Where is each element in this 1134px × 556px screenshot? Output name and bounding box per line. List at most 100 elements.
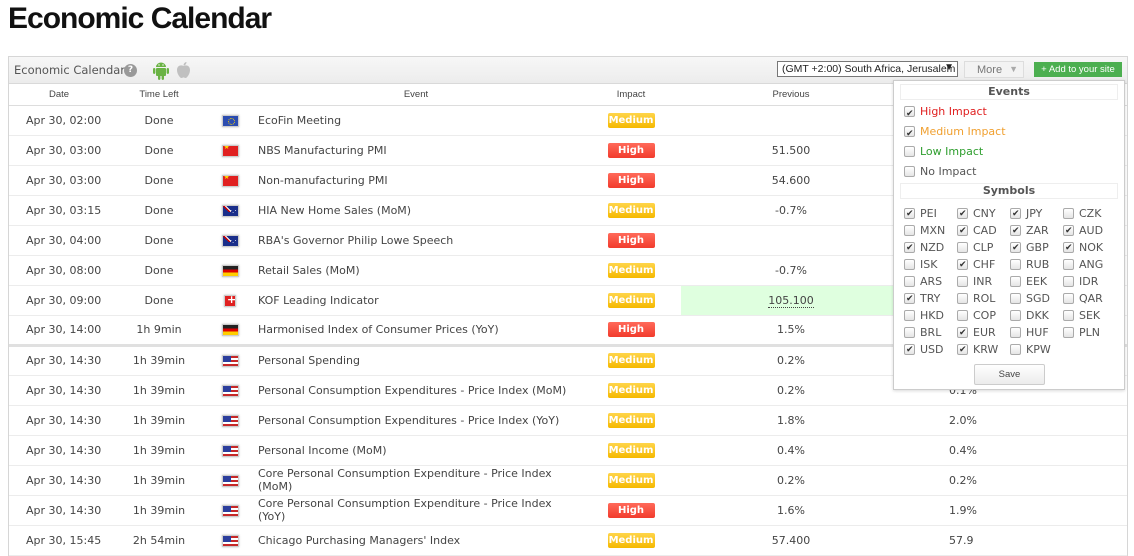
checkbox[interactable] xyxy=(957,206,968,223)
table-row[interactable]: Apr 30, 15:45 2h 54min Chicago Purchasing … xyxy=(9,525,1127,556)
symbol-try[interactable]: TRY xyxy=(904,290,957,308)
checkbox[interactable] xyxy=(1010,327,1021,338)
event-name[interactable]: Personal Income (MoM) xyxy=(251,435,581,466)
event-name[interactable]: Retail Sales (MoM) xyxy=(251,255,581,286)
checkbox[interactable] xyxy=(1063,276,1074,287)
symbol-nzd[interactable]: NZD xyxy=(904,239,957,257)
checkbox[interactable] xyxy=(957,242,968,253)
symbol-aud[interactable]: AUD xyxy=(1063,222,1116,240)
symbol-mxn[interactable]: MXN xyxy=(904,222,957,239)
checkbox[interactable] xyxy=(1010,259,1021,270)
symbol-nok[interactable]: NOK xyxy=(1063,239,1116,257)
symbol-clp[interactable]: CLP xyxy=(957,239,1010,256)
checkbox[interactable] xyxy=(904,146,915,157)
checkbox[interactable] xyxy=(1010,223,1021,240)
checkbox[interactable] xyxy=(1063,223,1074,240)
symbol-jpy[interactable]: JPY xyxy=(1010,205,1063,223)
symbol-rub[interactable]: RUB xyxy=(1010,256,1063,273)
column-header-previous[interactable]: Previous xyxy=(681,84,901,106)
symbol-sek[interactable]: SEK xyxy=(1063,307,1116,324)
apple-icon[interactable] xyxy=(176,61,191,83)
checkbox[interactable] xyxy=(957,342,968,359)
event-filter-no-impact[interactable]: No Impact xyxy=(894,162,1124,182)
checkbox[interactable] xyxy=(904,166,915,177)
event-name[interactable]: Personal Consumption Expenditures - Pric… xyxy=(251,405,581,436)
symbol-kpw[interactable]: KPW xyxy=(1010,341,1063,358)
event-name[interactable]: NBS Manufacturing PMI xyxy=(251,135,581,166)
save-button[interactable]: Save xyxy=(974,364,1045,385)
column-header-time-left[interactable]: Time Left xyxy=(109,84,209,106)
table-row[interactable]: Apr 30, 14:30 1h 39min Personal Income (Mo… xyxy=(9,435,1127,466)
checkbox[interactable] xyxy=(1063,208,1074,219)
symbol-usd[interactable]: USD xyxy=(904,341,957,359)
table-row[interactable]: Apr 30, 14:30 1h 39min Core Personal Consu… xyxy=(9,465,1127,496)
event-name[interactable]: Core Personal Consumption Expenditure - … xyxy=(251,465,581,496)
checkbox[interactable] xyxy=(904,104,915,124)
checkbox[interactable] xyxy=(904,276,915,287)
checkbox[interactable] xyxy=(1010,276,1021,287)
event-name[interactable]: RBA's Governor Philip Lowe Speech xyxy=(251,225,581,256)
checkbox[interactable] xyxy=(1063,293,1074,304)
checkbox[interactable] xyxy=(904,342,915,359)
symbol-cny[interactable]: CNY xyxy=(957,205,1010,223)
timezone-select[interactable]: (GMT +2:00) South Africa, Jerusalem ▼ xyxy=(777,61,958,77)
symbol-zar[interactable]: ZAR xyxy=(1010,222,1063,240)
symbol-sgd[interactable]: SGD xyxy=(1010,290,1063,307)
checkbox[interactable] xyxy=(1063,310,1074,321)
event-name[interactable]: HIA New Home Sales (MoM) xyxy=(251,195,581,226)
help-icon[interactable]: ? xyxy=(124,64,137,77)
event-name[interactable]: Non-manufacturing PMI xyxy=(251,165,581,196)
table-row[interactable]: Apr 30, 14:30 1h 39min Personal Consumptio… xyxy=(9,405,1127,436)
symbol-cad[interactable]: CAD xyxy=(957,222,1010,240)
checkbox[interactable] xyxy=(904,291,915,308)
symbol-ars[interactable]: ARS xyxy=(904,273,957,290)
event-name[interactable]: KOF Leading Indicator xyxy=(251,285,581,316)
symbol-isk[interactable]: ISK xyxy=(904,256,957,273)
checkbox[interactable] xyxy=(1063,240,1074,257)
symbol-brl[interactable]: BRL xyxy=(904,324,957,341)
symbol-krw[interactable]: KRW xyxy=(957,341,1010,359)
checkbox[interactable] xyxy=(904,124,915,144)
symbol-eek[interactable]: EEK xyxy=(1010,273,1063,290)
symbol-czk[interactable]: CZK xyxy=(1063,205,1116,222)
checkbox[interactable] xyxy=(1010,344,1021,355)
checkbox[interactable] xyxy=(1010,293,1021,304)
symbol-cop[interactable]: COP xyxy=(957,307,1010,324)
checkbox[interactable] xyxy=(1010,206,1021,223)
symbol-idr[interactable]: IDR xyxy=(1063,273,1116,290)
event-name[interactable]: EcoFin Meeting xyxy=(251,105,581,136)
symbol-dkk[interactable]: DKK xyxy=(1010,307,1063,324)
checkbox[interactable] xyxy=(904,206,915,223)
checkbox[interactable] xyxy=(1063,259,1074,270)
event-name[interactable]: Personal Consumption Expenditures - Pric… xyxy=(251,375,581,406)
checkbox[interactable] xyxy=(957,325,968,342)
checkbox[interactable] xyxy=(957,293,968,304)
add-to-site-button[interactable]: + Add to your site xyxy=(1034,62,1122,77)
symbol-pln[interactable]: PLN xyxy=(1063,324,1116,341)
column-header-event[interactable]: Event xyxy=(251,84,581,106)
symbol-inr[interactable]: INR xyxy=(957,273,1010,290)
checkbox[interactable] xyxy=(1010,240,1021,257)
event-name[interactable]: Personal Spending xyxy=(251,345,581,376)
symbol-gbp[interactable]: GBP xyxy=(1010,239,1063,257)
checkbox[interactable] xyxy=(1010,310,1021,321)
symbol-hkd[interactable]: HKD xyxy=(904,307,957,324)
checkbox[interactable] xyxy=(957,310,968,321)
checkbox[interactable] xyxy=(904,240,915,257)
checkbox[interactable] xyxy=(1063,327,1074,338)
event-name[interactable]: Core Personal Consumption Expenditure - … xyxy=(251,495,581,526)
column-header-date[interactable]: Date xyxy=(9,84,109,106)
more-button[interactable]: More ▼ xyxy=(964,61,1024,78)
android-icon[interactable] xyxy=(152,61,170,84)
symbol-chf[interactable]: CHF xyxy=(957,256,1010,274)
event-filter-high-impact[interactable]: High Impact xyxy=(894,102,1124,124)
symbol-pei[interactable]: PEI xyxy=(904,205,957,223)
checkbox[interactable] xyxy=(904,310,915,321)
table-row[interactable]: Apr 30, 14:30 1h 39min Core Personal Consu… xyxy=(9,495,1127,526)
symbol-rol[interactable]: ROL xyxy=(957,290,1010,307)
checkbox[interactable] xyxy=(957,257,968,274)
checkbox[interactable] xyxy=(957,276,968,287)
symbol-huf[interactable]: HUF xyxy=(1010,324,1063,341)
event-filter-low-impact[interactable]: Low Impact xyxy=(894,142,1124,162)
checkbox[interactable] xyxy=(904,225,915,236)
